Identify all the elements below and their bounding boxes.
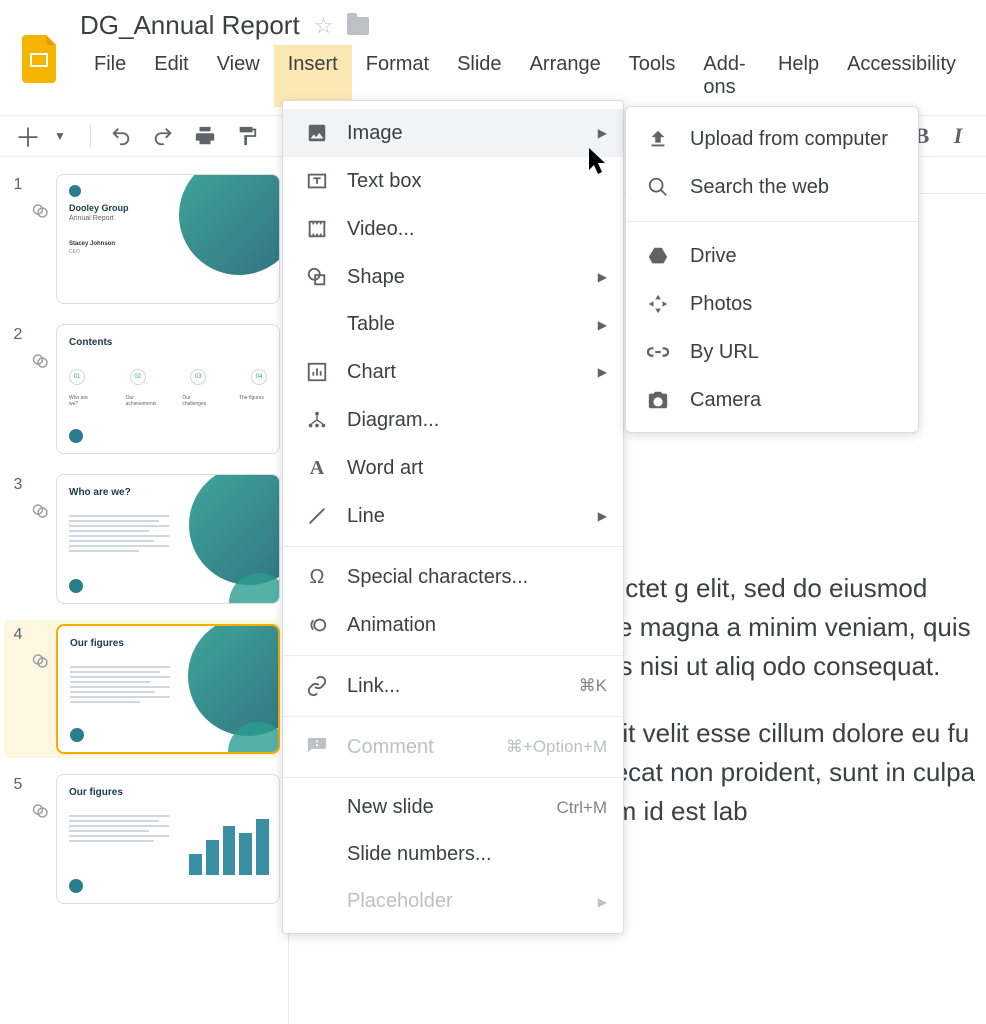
image-icon (305, 121, 329, 145)
upload-icon (646, 127, 670, 151)
menu-help[interactable]: Help (764, 45, 833, 107)
line-icon (305, 504, 329, 528)
chevron-right-icon: ▶ (598, 126, 607, 140)
folder-icon[interactable] (347, 17, 369, 35)
slide-thumbnail-1[interactable]: 1 Dooley Group Annual Report Stacey John… (4, 170, 280, 308)
menu-item-comment: Comment ⌘+Option+M (283, 723, 623, 771)
menu-format[interactable]: Format (352, 45, 443, 107)
shortcut-label: ⌘+Option+M (506, 737, 607, 757)
menu-item-special-characters[interactable]: Ω Special characters... (283, 553, 623, 601)
menu-divider (626, 221, 918, 222)
slide-thumbnail-3[interactable]: 3 Who are we? (4, 470, 280, 608)
insert-dropdown-menu: Image ▶ Text box Video... Shape ▶ Table … (282, 100, 624, 934)
chart-icon (305, 360, 329, 384)
link-icon (305, 674, 329, 698)
document-title[interactable]: DG_Annual Report (80, 10, 300, 41)
menu-item-diagram[interactable]: Diagram... (283, 396, 623, 444)
menu-addons[interactable]: Add-ons (689, 45, 764, 107)
slide-comment-icon (32, 774, 56, 825)
slides-logo[interactable] (16, 35, 64, 83)
menu-item-shape[interactable]: Shape ▶ (283, 253, 623, 301)
menu-view[interactable]: View (203, 45, 274, 107)
menu-item-textbox[interactable]: Text box (283, 157, 623, 205)
menu-slide[interactable]: Slide (443, 45, 515, 107)
menu-item-chart[interactable]: Chart ▶ (283, 348, 623, 396)
photos-icon (646, 292, 670, 316)
undo-icon[interactable] (109, 124, 133, 148)
slide-thumbnail-5[interactable]: 5 Our figures (4, 770, 280, 908)
menu-item-line[interactable]: Line ▶ (283, 492, 623, 540)
menu-insert[interactable]: Insert (274, 45, 352, 107)
omega-icon: Ω (305, 565, 329, 589)
shortcut-label: Ctrl+M (556, 798, 607, 818)
menu-item-animation[interactable]: Animation (283, 601, 623, 649)
submenu-by-url[interactable]: By URL (626, 328, 918, 376)
menu-edit[interactable]: Edit (140, 45, 202, 107)
chevron-right-icon: ▶ (598, 509, 607, 523)
menu-item-placeholder: Placeholder ▶ (283, 878, 623, 925)
chevron-right-icon: ▶ (598, 365, 607, 379)
menu-arrange[interactable]: Arrange (516, 45, 615, 107)
textbox-icon (305, 169, 329, 193)
submenu-drive[interactable]: Drive (626, 232, 918, 280)
slide-number: 2 (4, 324, 32, 344)
menu-item-slide-numbers[interactable]: Slide numbers... (283, 831, 623, 878)
submenu-photos[interactable]: Photos (626, 280, 918, 328)
chevron-right-icon: ▶ (598, 270, 607, 284)
slide-number: 1 (4, 174, 32, 194)
new-slide-dropdown[interactable]: ▼ (48, 124, 72, 148)
slide-number: 3 (4, 474, 32, 494)
diagram-icon (305, 408, 329, 432)
menu-divider (283, 655, 623, 656)
paint-format-icon[interactable] (235, 124, 259, 148)
menu-divider (283, 777, 623, 778)
slide-thumbnail-4[interactable]: 4 Our figures (4, 620, 280, 758)
filmstrip[interactable]: 1 Dooley Group Annual Report Stacey John… (0, 164, 288, 1024)
menu-file[interactable]: File (80, 45, 140, 107)
submenu-camera[interactable]: Camera (626, 376, 918, 424)
slide-comment-icon (32, 324, 56, 375)
redo-icon[interactable] (151, 124, 175, 148)
submenu-upload-from-computer[interactable]: Upload from computer (626, 115, 918, 163)
title-bar: DG_Annual Report ☆ File Edit View Insert… (0, 0, 986, 111)
slide-comment-icon (32, 624, 56, 675)
menu-item-image[interactable]: Image ▶ (283, 109, 623, 157)
chevron-right-icon: ▶ (598, 895, 607, 909)
menu-item-new-slide[interactable]: New slide Ctrl+M (283, 784, 623, 831)
menu-item-wordart[interactable]: A Word art (283, 444, 623, 492)
slide-comment-icon (32, 474, 56, 525)
video-icon (305, 217, 329, 241)
link-icon (646, 340, 670, 364)
new-slide-button[interactable]: ＋ (16, 124, 40, 148)
animation-icon (305, 613, 329, 637)
menu-item-video[interactable]: Video... (283, 205, 623, 253)
menu-item-link[interactable]: Link... ⌘K (283, 662, 623, 710)
submenu-search-the-web[interactable]: Search the web (626, 163, 918, 211)
slide-number: 4 (4, 624, 32, 644)
camera-icon (646, 388, 670, 412)
separator (90, 124, 91, 148)
italic-button[interactable]: I (946, 124, 970, 148)
menu-accessibility[interactable]: Accessibility (833, 45, 970, 107)
drive-icon (646, 244, 670, 268)
shortcut-label: ⌘K (579, 676, 607, 696)
image-submenu: Upload from computer Search the web Driv… (625, 106, 919, 433)
chevron-right-icon: ▶ (598, 318, 607, 332)
slide-number: 5 (4, 774, 32, 794)
slide-comment-icon (32, 174, 56, 225)
shape-icon (305, 265, 329, 289)
menu-divider (283, 546, 623, 547)
wordart-icon: A (305, 456, 329, 480)
comment-icon (305, 735, 329, 759)
menu-item-table[interactable]: Table ▶ (283, 301, 623, 348)
menu-bar: File Edit View Insert Format Slide Arran… (80, 41, 970, 107)
print-icon[interactable] (193, 124, 217, 148)
star-icon[interactable]: ☆ (314, 13, 334, 39)
search-icon (646, 175, 670, 199)
menu-divider (283, 716, 623, 717)
slide-thumbnail-2[interactable]: 2 Contents 01 02 03 04 Who are we? Our a… (4, 320, 280, 458)
menu-tools[interactable]: Tools (615, 45, 690, 107)
